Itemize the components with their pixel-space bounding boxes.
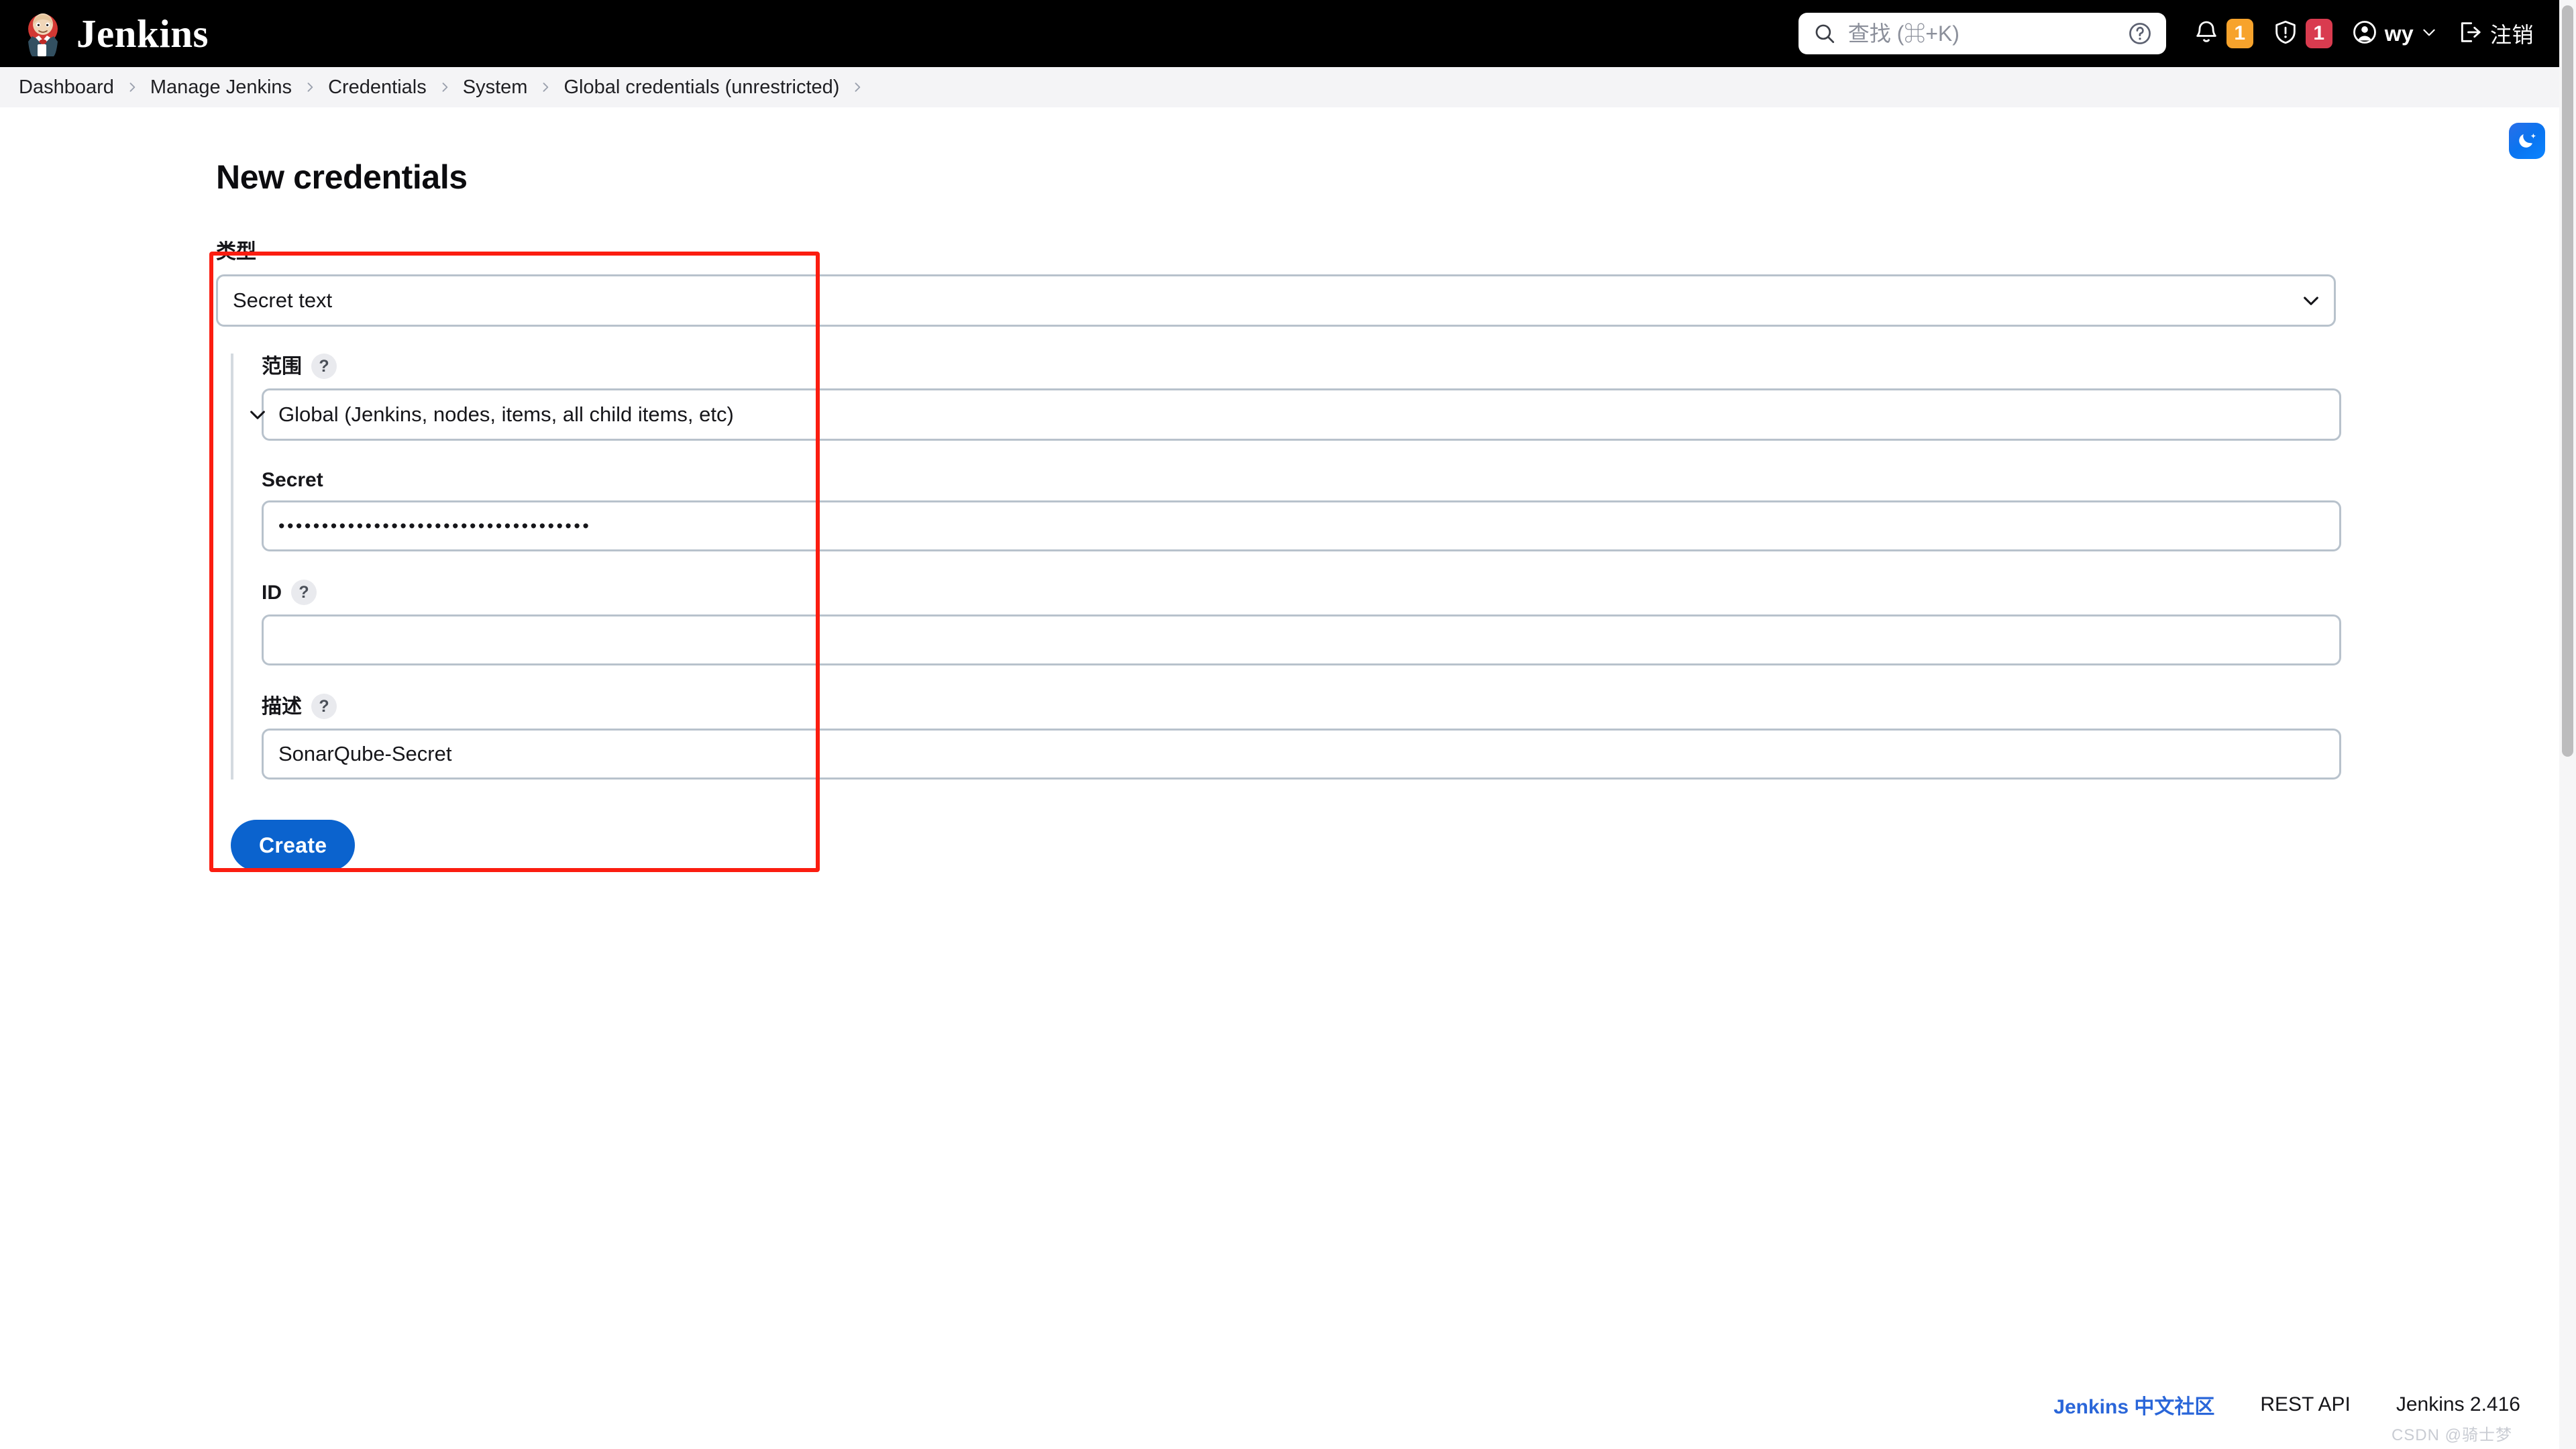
breadcrumb: Dashboard Manage Jenkins Credentials Sys… xyxy=(0,67,2559,107)
field-description: 描述 ? xyxy=(262,694,2341,780)
breadcrumb-item-credentials[interactable]: Credentials xyxy=(328,76,427,99)
jenkins-brand-link[interactable]: Jenkins xyxy=(23,11,209,56)
user-menu-button[interactable]: wy xyxy=(2342,0,2447,67)
secret-label-row: Secret xyxy=(262,469,2337,491)
scope-label-row: 范围 ? xyxy=(262,354,2337,379)
secret-label: Secret xyxy=(262,469,323,491)
chevron-down-icon xyxy=(2420,23,2438,44)
description-label: 描述 xyxy=(262,695,302,718)
logout-label: 注销 xyxy=(2489,23,2534,47)
credential-type-select[interactable]: Secret text xyxy=(216,274,2336,327)
chevron-right-icon xyxy=(303,80,317,94)
breadcrumb-item-global-credentials[interactable]: Global credentials (unrestricted) xyxy=(564,76,839,99)
description-input[interactable] xyxy=(262,729,2341,780)
field-id: ID ? xyxy=(262,580,2341,665)
logout-button[interactable]: 注销 xyxy=(2447,0,2543,67)
create-button[interactable]: Create xyxy=(231,820,356,871)
user-circle-icon xyxy=(2351,19,2378,49)
bell-icon xyxy=(2193,19,2220,49)
shield-alert-icon xyxy=(2272,19,2299,49)
jenkins-butler-logo-icon xyxy=(23,11,64,56)
security-alerts-button[interactable]: 1 xyxy=(2263,0,2342,67)
jenkins-brand-name: Jenkins xyxy=(76,11,209,56)
id-label-row: ID ? xyxy=(262,580,2337,605)
csdn-watermark: CSDN @骑士梦 xyxy=(2391,1426,2512,1444)
app-header: Jenkins 查找 (⌘+K) 1 1 wy 注销 xyxy=(0,0,2559,67)
credential-subform: 范围 ? Global (Jenkins, nodes, items, all … xyxy=(231,354,2341,780)
id-input[interactable] xyxy=(262,614,2341,665)
chevron-right-icon xyxy=(539,80,552,94)
chevron-right-icon xyxy=(851,80,864,94)
main-content: New credentials 类型 Secret text 范围 ? Glob… xyxy=(0,107,2559,1449)
user-menu-label: wy xyxy=(2384,21,2414,46)
new-credentials-form: 类型 Secret text 范围 ? Global (Jenkins, nod… xyxy=(216,235,2341,871)
header-right-cluster: 1 1 xyxy=(1798,0,2559,67)
search-input[interactable] xyxy=(1847,21,2115,46)
scope-select[interactable]: Global (Jenkins, nodes, items, all child… xyxy=(262,388,2341,441)
description-label-row: 描述 ? xyxy=(262,694,2337,719)
security-alerts-badge: 1 xyxy=(2305,19,2332,48)
secret-input[interactable] xyxy=(262,500,2341,551)
app-viewport: Jenkins 查找 (⌘+K) 1 1 wy 注销 Dashboard Man… xyxy=(0,0,2576,1449)
notifications-button[interactable]: 1 xyxy=(2184,0,2263,67)
chevron-right-icon xyxy=(438,80,451,94)
notifications-badge: 1 xyxy=(2226,19,2253,48)
field-scope: 范围 ? Global (Jenkins, nodes, items, all … xyxy=(250,354,2341,441)
id-label: ID xyxy=(262,581,282,604)
help-question-icon[interactable]: ? xyxy=(311,694,337,719)
chevron-right-icon xyxy=(125,80,139,94)
help-question-icon[interactable]: ? xyxy=(311,354,337,379)
scope-label: 范围 xyxy=(262,355,302,378)
type-select-wrapper: Secret text xyxy=(216,274,2339,327)
question-circle-icon[interactable] xyxy=(2127,21,2153,46)
search-box[interactable] xyxy=(1798,13,2166,54)
page-footer: Jenkins 中文社区 REST API Jenkins 2.416 xyxy=(2053,1390,2520,1419)
help-question-icon[interactable]: ? xyxy=(291,580,317,605)
type-field-label: 类型 xyxy=(216,241,256,263)
moon-sparkle-icon xyxy=(2509,123,2545,159)
breadcrumb-item-system[interactable]: System xyxy=(463,76,528,99)
logout-arrow-icon xyxy=(2457,19,2483,49)
page-title: New credentials xyxy=(216,158,468,196)
breadcrumb-item-manage-jenkins[interactable]: Manage Jenkins xyxy=(150,76,292,99)
breadcrumb-item-dashboard[interactable]: Dashboard xyxy=(19,76,114,99)
vertical-scrollbar-thumb[interactable] xyxy=(2562,5,2573,757)
scope-select-wrapper: Global (Jenkins, nodes, items, all child… xyxy=(250,388,2341,441)
form-actions: Create xyxy=(231,820,2339,871)
search-icon xyxy=(1813,22,1836,45)
field-secret: Secret xyxy=(262,469,2341,551)
jenkins-version-label: Jenkins 2.416 xyxy=(2396,1393,2520,1415)
jenkins-community-link[interactable]: Jenkins 中文社区 xyxy=(2053,1390,2214,1419)
theme-toggle-button[interactable] xyxy=(2503,117,2551,165)
vertical-scrollbar-track[interactable] xyxy=(2559,0,2576,1449)
rest-api-link[interactable]: REST API xyxy=(2260,1393,2351,1416)
